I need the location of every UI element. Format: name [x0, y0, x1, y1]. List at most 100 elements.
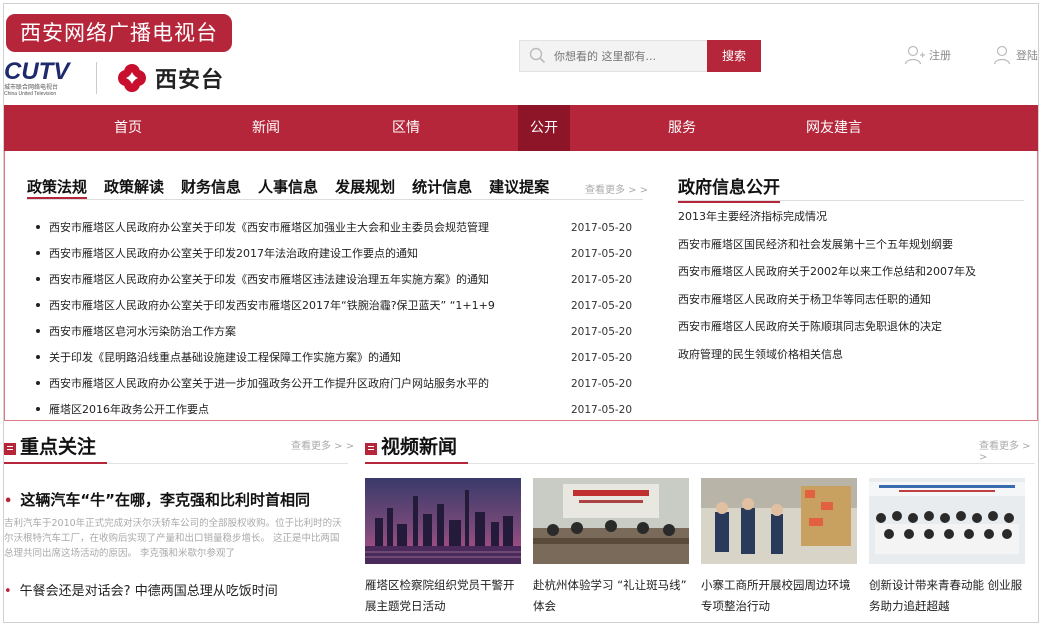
bullet-icon — [36, 277, 40, 281]
city-night-image — [365, 478, 521, 564]
focus-headline[interactable]: • 这辆汽车“牛”在哪，李克强和比利时首相同 — [4, 489, 310, 510]
search-button[interactable]: 搜索 — [707, 40, 761, 72]
search-icon — [529, 47, 546, 64]
bullet-icon — [36, 355, 40, 359]
video-more-link[interactable]: 查看更多 > > — [979, 437, 1038, 463]
list-item[interactable]: 西安市雁塔区人民政府办公室关于印发西安市雁塔区2017年“铁腕治霾?保卫蓝天” … — [27, 293, 637, 319]
search-box — [519, 40, 707, 72]
cutv-logo-sub-cn: 城市联合网络电视台 — [4, 84, 59, 91]
login-link[interactable]: 登陆 — [991, 44, 1038, 66]
list-item-date: 2017-05-20 — [571, 404, 633, 416]
bullet-icon — [36, 251, 40, 255]
list-item-title: 雁塔区2016年政务公开工作要点 — [49, 403, 209, 416]
list-item-date: 2017-05-20 — [571, 248, 633, 260]
list-item[interactable]: 西安市雁塔区人民政府办公室关于印发《西安市雁塔区加强业主大会和业主委员会规范管理… — [27, 215, 637, 241]
register-link[interactable]: 注册 — [904, 44, 951, 66]
policy-tabs: 政策法规 政策解读 财务信息 人事信息 发展规划 统计信息 建议提案 — [27, 177, 566, 199]
video-thumbnail-market-inspection[interactable] — [701, 478, 857, 564]
bullet-icon — [36, 381, 40, 385]
list-item[interactable]: 关于印发《昆明路沿线重点基础设施建设工程保障工作实施方案》的通知 2017-05-… — [27, 345, 637, 371]
tab-financial-info[interactable]: 财务信息 — [181, 177, 241, 199]
cutv-logo-mark: CUTV — [4, 58, 70, 85]
focus-headline-text: 这辆汽车“牛”在哪，李克强和比利时首相同 — [20, 491, 311, 509]
bullet-icon — [36, 329, 40, 333]
gov-info-title: 政府信息公开 — [678, 173, 780, 203]
list-item-title: 关于印发《昆明路沿线重点基础设施建设工程保障工作实施方案》的通知 — [49, 351, 401, 364]
bullet-icon — [36, 303, 40, 307]
list-item[interactable]: 西安市雁塔区人民政府办公室关于印发《西安市雁塔区违法建设治理五年实施方案》的通知… — [27, 267, 637, 293]
login-label: 登陆 — [1016, 49, 1038, 62]
policy-more-link[interactable]: 查看更多 > > — [585, 181, 648, 196]
list-item[interactable]: 西安市雁塔区人民政府办公室关于印发2017年法治政府建设工作要点的通知 2017-… — [27, 241, 637, 267]
focus-more-link[interactable]: 查看更多 > > — [291, 437, 354, 452]
gov-info-item[interactable]: 2013年主要经济指标完成情况 — [678, 203, 1028, 231]
list-item[interactable]: 西安市雁塔区人民政府办公室关于进一步加强政务公开工作提升区政府门户网站服务水平的… — [27, 371, 637, 397]
nav-item-suggestions[interactable]: 网友建言 — [794, 105, 874, 151]
list-item-date: 2017-05-20 — [571, 300, 633, 312]
nav-item-public[interactable]: 公开 — [518, 105, 570, 151]
video-card[interactable]: 赴杭州体验学习 “礼让斑马线” 体会 — [533, 478, 689, 617]
gov-info-list: 2013年主要经济指标完成情况 西安市雁塔区国民经济和社会发展第十三个五年规划纲… — [678, 203, 1028, 369]
video-card[interactable]: 小寨工商所开展校园周边环境专项整治行动 — [701, 478, 857, 617]
meeting-image — [533, 478, 689, 564]
gov-info-item[interactable]: 政府管理的民生领域价格相关信息 — [678, 341, 1028, 369]
policy-tab-divider — [27, 199, 643, 200]
video-thumbnail-city-night[interactable] — [365, 478, 521, 564]
tab-development-plan[interactable]: 发展规划 — [335, 177, 395, 199]
video-caption: 创新设计带来青春动能 创业服务助力追赶超越 — [869, 578, 1023, 613]
bullet-icon: • — [4, 494, 13, 509]
list-item-date: 2017-05-20 — [571, 352, 633, 364]
gov-info-item[interactable]: 西安市雁塔区国民经济和社会发展第十三个五年规划纲要 — [678, 231, 1028, 259]
video-card[interactable]: 雁塔区检察院组织党员干警开展主题党日活动 — [365, 478, 521, 617]
nav-item-district[interactable]: 区情 — [374, 105, 438, 151]
logo-divider — [96, 62, 97, 94]
tab-policy-interpretation[interactable]: 政策解读 — [104, 177, 164, 199]
user-add-icon — [904, 45, 925, 65]
list-item[interactable]: 西安市雁塔区皂河水污染防治工作方案 2017-05-20 — [27, 319, 637, 345]
gov-info-item[interactable]: 西安市雁塔区人民政府关于2002年以来工作总结和2007年及 — [678, 258, 1028, 286]
tab-personnel-info[interactable]: 人事信息 — [258, 177, 318, 199]
video-title-text: 视频新闻 — [381, 436, 458, 458]
list-item-title: 西安市雁塔区人民政府办公室关于印发西安市雁塔区2017年“铁腕治霾?保卫蓝天” … — [49, 299, 495, 312]
video-card[interactable]: 创新设计带来青春动能 创业服务助力追赶超越 — [869, 478, 1025, 617]
gov-info-item[interactable]: 西安市雁塔区人民政府关于杨卫华等同志任职的通知 — [678, 286, 1028, 314]
focus-sub-item[interactable]: • 午餐会还是对话会? 中德两国总理从吃饭时间 — [4, 580, 278, 599]
policy-section: 政策法规 政策解读 财务信息 人事信息 发展规划 统计信息 建议提案 查看更多 … — [4, 151, 1038, 421]
video-thumbnail-meeting[interactable] — [533, 478, 689, 564]
page-frame: 西安网络广播电视台 CUTV 城市联合网络电视台 China United Te… — [3, 3, 1039, 623]
video-caption: 小寨工商所开展校园周边环境专项整治行动 — [701, 578, 851, 613]
station-name: 西安台 — [155, 68, 225, 93]
nav-item-news[interactable]: 新闻 — [234, 105, 298, 151]
bullet-icon — [36, 407, 40, 411]
list-item-title: 西安市雁塔区皂河水污染防治工作方案 — [49, 325, 236, 338]
video-caption: 赴杭州体验学习 “礼让斑马线” 体会 — [533, 578, 687, 613]
section-list-icon — [4, 442, 16, 455]
list-item[interactable]: 雁塔区2016年政务公开工作要点 2017-05-20 — [27, 397, 637, 423]
tab-proposals[interactable]: 建议提案 — [489, 177, 549, 199]
nav-item-service[interactable]: 服务 — [650, 105, 714, 151]
bullet-icon: • — [4, 584, 12, 599]
site-name-badge[interactable]: 西安网络广播电视台 — [6, 14, 232, 52]
video-caption: 雁塔区检察院组织党员干警开展主题党日活动 — [365, 578, 515, 613]
gov-info-item[interactable]: 西安市雁塔区人民政府关于陈顺琪同志免职退休的决定 — [678, 313, 1028, 341]
tab-policy-regulations[interactable]: 政策法规 — [27, 177, 88, 199]
search-input[interactable] — [554, 49, 704, 63]
market-image — [701, 478, 857, 564]
xian-station-logo[interactable]: 西安台 — [115, 60, 224, 96]
nav-item-home[interactable]: 首页 — [96, 105, 160, 151]
video-section-title: 视频新闻 — [365, 432, 457, 465]
list-item-date: 2017-05-20 — [571, 222, 633, 234]
list-item-title: 西安市雁塔区人民政府办公室关于进一步加强政务公开工作提升区政府门户网站服务水平的 — [49, 377, 489, 390]
cutv-logo-sub-en: China United Television — [4, 91, 57, 97]
list-item-date: 2017-05-20 — [571, 378, 633, 390]
video-title-underline — [365, 462, 468, 464]
focus-title-underline — [4, 462, 107, 464]
bullet-icon — [36, 225, 40, 229]
list-item-date: 2017-05-20 — [571, 274, 633, 286]
cutv-logo[interactable]: CUTV 城市联合网络电视台 China United Television — [4, 58, 82, 98]
register-label: 注册 — [929, 49, 951, 62]
tab-statistics-info[interactable]: 统计信息 — [412, 177, 472, 199]
xian-emblem-icon — [118, 64, 146, 92]
video-thumbnail-group-photo[interactable] — [869, 478, 1025, 564]
gov-info-divider — [678, 200, 1024, 201]
